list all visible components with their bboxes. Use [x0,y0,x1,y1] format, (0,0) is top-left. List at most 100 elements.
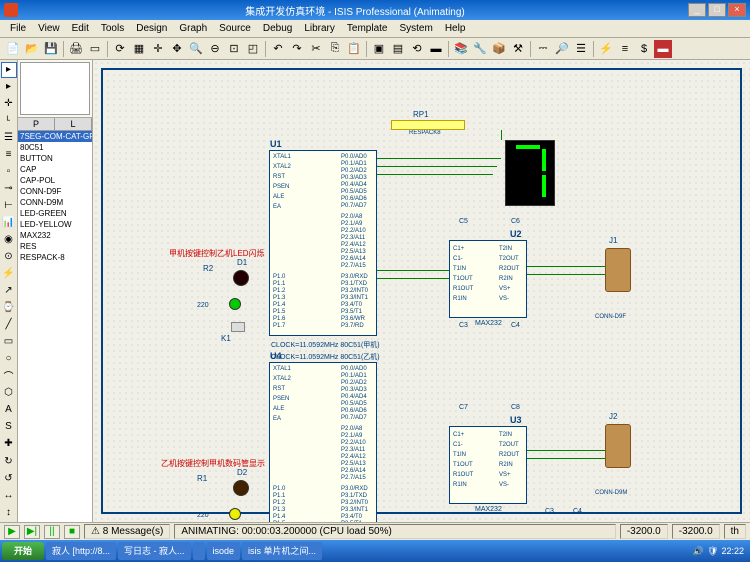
stop-button[interactable]: ■ [64,525,80,539]
voltage-probe-icon[interactable]: ⚡ [1,266,17,282]
origin-icon[interactable]: ✛ [149,40,167,58]
selection-mode-icon[interactable]: ▸ [1,62,17,78]
wire-autorouter-icon[interactable]: ⎓ [534,40,552,58]
d2-led[interactable] [233,480,249,496]
paste-icon[interactable]: 📋 [345,40,363,58]
ares-icon[interactable]: ▬ [654,40,672,58]
refresh-icon[interactable]: ⟳ [111,40,129,58]
line-icon[interactable]: ╱ [1,317,17,333]
close-button[interactable]: × [728,3,746,17]
maximize-button[interactable]: □ [708,3,726,17]
menu-source[interactable]: Source [213,21,257,36]
task-item[interactable]: isis 单片机之间... [242,542,322,560]
rp1-component[interactable] [391,120,465,130]
device-item[interactable]: MAX232 [18,230,92,241]
rotate-ccw-icon[interactable]: ↺ [1,470,17,486]
play-button[interactable]: ▶ [4,525,20,539]
junction-icon[interactable]: ✛ [1,96,17,112]
j2-connector[interactable] [605,424,631,468]
seven-segment-display[interactable] [505,140,555,206]
search-icon[interactable]: 🔎 [553,40,571,58]
copy-icon[interactable]: ⎘ [326,40,344,58]
undo-icon[interactable]: ↶ [269,40,287,58]
menu-library[interactable]: Library [298,21,341,36]
erc-icon[interactable]: ⚡ [597,40,615,58]
zoom-all-icon[interactable]: ⊡ [225,40,243,58]
open-icon[interactable]: 📂 [23,40,41,58]
redo-icon[interactable]: ↷ [288,40,306,58]
instruments-icon[interactable]: ⌚ [1,300,17,316]
circle-icon[interactable]: ○ [1,350,17,366]
menu-edit[interactable]: Edit [66,21,95,36]
device-item[interactable]: LED-GREEN [18,208,92,219]
zoom-in-icon[interactable]: 🔍 [187,40,205,58]
pick-icon[interactable]: 📚 [452,40,470,58]
pause-button[interactable]: || [44,525,60,539]
block-delete-icon[interactable]: ▬ [427,40,445,58]
task-item[interactable]: 寂人 [http://8... [46,542,116,560]
block-copy-icon[interactable]: ▣ [370,40,388,58]
task-item[interactable]: 写日志 - 寂人... [118,542,191,560]
tray-icon[interactable]: 🔊 [693,546,704,557]
text-icon[interactable]: A [1,401,17,417]
bus-icon[interactable]: ≡ [1,147,17,163]
device-item[interactable]: RESPACK-8 [18,252,92,263]
pan-icon[interactable]: ✥ [168,40,186,58]
task-item[interactable]: isode [207,542,241,560]
current-probe-icon[interactable]: ↗ [1,283,17,299]
flip-v-icon[interactable]: ↕ [1,504,17,520]
start-button[interactable]: 开始 [2,542,44,560]
symbol-icon[interactable]: S [1,418,17,434]
arc-icon[interactable]: ⌒ [1,367,17,383]
area-icon[interactable]: ▭ [86,40,104,58]
menu-design[interactable]: Design [130,21,173,36]
component-mode-icon[interactable]: ▸ [1,79,17,95]
zoom-out-icon[interactable]: ⊖ [206,40,224,58]
minimize-button[interactable]: _ [688,3,706,17]
netlist-icon[interactable]: ≡ [616,40,634,58]
menu-help[interactable]: Help [439,21,472,36]
bom-icon[interactable]: $ [635,40,653,58]
task-item[interactable] [193,542,205,560]
k1-button[interactable] [231,322,245,332]
menu-view[interactable]: View [32,21,66,36]
block-move-icon[interactable]: ▤ [389,40,407,58]
new-icon[interactable]: 📄 [4,40,22,58]
device-list[interactable]: 7SEG-COM-CAT-GRN80C51BUTTONCAPCAP-POLCON… [18,131,92,522]
device-item[interactable]: CAP [18,164,92,175]
terminal-icon[interactable]: ⊸ [1,181,17,197]
device-item[interactable]: 7SEG-COM-CAT-GRN [18,131,92,142]
pick-devices-button[interactable]: P [18,118,55,130]
device-item[interactable]: LED-YELLOW [18,219,92,230]
device-item[interactable]: RES [18,241,92,252]
block-rotate-icon[interactable]: ⟲ [408,40,426,58]
tray-icon[interactable]: 🛡 [707,546,718,557]
menu-debug[interactable]: Debug [257,21,298,36]
subcircuit-icon[interactable]: ▫ [1,164,17,180]
j1-connector[interactable] [605,248,631,292]
decompose-icon[interactable]: ⚒ [509,40,527,58]
tape-icon[interactable]: ◉ [1,232,17,248]
path-icon[interactable]: ⬡ [1,384,17,400]
flip-h-icon[interactable]: ↔ [1,487,17,503]
menu-graph[interactable]: Graph [173,21,213,36]
schematic-canvas[interactable]: RP1 RESPACK8 U1 CLOCK=11.0592MHz 80C51(甲… [93,60,750,522]
device-item[interactable]: 80C51 [18,142,92,153]
system-tray[interactable]: 🔊 🛡 22:22 [693,546,748,557]
grid-icon[interactable]: ▦ [130,40,148,58]
zoom-area-icon[interactable]: ◰ [244,40,262,58]
d1-led[interactable] [233,270,249,286]
messages-status[interactable]: ⚠ 8 Message(s) [84,524,170,539]
property-icon[interactable]: ☰ [572,40,590,58]
libraries-button[interactable]: L [55,118,92,130]
graph-icon[interactable]: 📊 [1,215,17,231]
device-item[interactable]: CAP-POL [18,175,92,186]
generator-icon[interactable]: ⊙ [1,249,17,265]
marker-icon[interactable]: ✚ [1,435,17,451]
menu-file[interactable]: File [4,21,32,36]
rotate-cw-icon[interactable]: ↻ [1,453,17,469]
device-item[interactable]: CONN-D9M [18,197,92,208]
label-icon[interactable]: ᴸ [1,113,17,129]
device-item[interactable]: BUTTON [18,153,92,164]
device-item[interactable]: CONN-D9F [18,186,92,197]
